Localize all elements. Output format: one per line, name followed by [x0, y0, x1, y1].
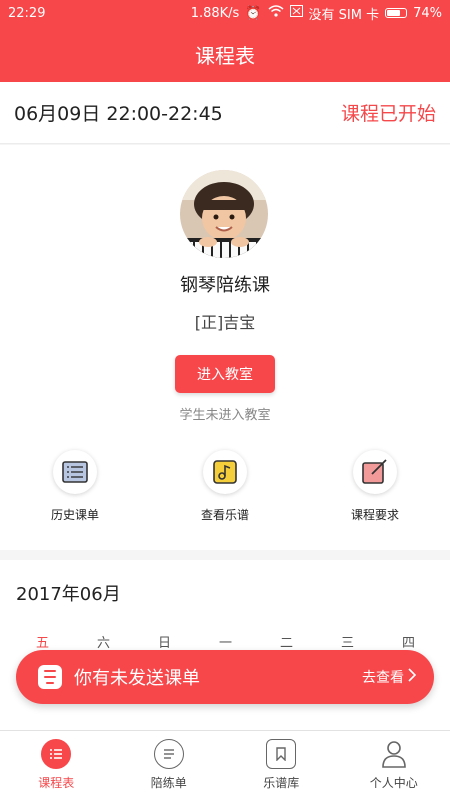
course-datetime: 06月09日 22:00-22:45 [14, 99, 223, 126]
status-time: 22:29 [8, 6, 45, 21]
weekday: 五 [12, 632, 73, 651]
tab-label: 乐谱库 [263, 774, 299, 791]
course-header: 06月09日 22:00-22:45 课程已开始 [0, 82, 450, 144]
tab-label: 个人中心 [370, 774, 418, 791]
enter-classroom-button[interactable]: 进入教室 [175, 355, 275, 393]
sheet-icon [154, 739, 184, 769]
tab-practice-sheet[interactable]: 陪练单 [113, 731, 226, 801]
course-requirements-action[interactable]: 课程要求 [315, 450, 435, 523]
weekday-row: 五 六 日 一 二 三 四 [0, 632, 450, 651]
title-bar: 课程表 [0, 26, 450, 82]
course-requirements-label: 课程要求 [315, 506, 435, 523]
wifi-icon [268, 5, 284, 21]
battery-percent: 74% [413, 6, 442, 21]
student-name: [正]吉宝 [0, 309, 450, 333]
course-name: 钢琴陪练课 [0, 271, 450, 297]
calendar-section: 2017年06月 五 六 日 一 二 三 四 [0, 560, 450, 730]
history-orders-label: 历史课单 [15, 506, 135, 523]
bottom-tab-bar: 课程表 陪练单 乐谱库 个人中心 [0, 730, 450, 801]
weekday: 四 [378, 632, 439, 651]
banner-link-label: 去查看 [362, 667, 404, 687]
music-note-icon [203, 450, 247, 494]
list-icon [53, 450, 97, 494]
tab-schedule[interactable]: 课程表 [0, 731, 113, 801]
student-avatar [180, 170, 268, 258]
tab-label: 课程表 [38, 774, 74, 791]
calendar-month: 2017年06月 [16, 580, 121, 606]
battery-fill [387, 10, 400, 16]
status-bar: 22:29 1.88K/s ⏰ 没有 SIM 卡 74% [0, 0, 450, 26]
weekday: 日 [134, 632, 195, 651]
course-status: 课程已开始 [341, 99, 436, 126]
edit-icon [353, 450, 397, 494]
tab-score-library[interactable]: 乐谱库 [225, 731, 338, 801]
view-score-action[interactable]: 查看乐谱 [165, 450, 285, 523]
document-icon [38, 665, 62, 689]
sim-status: 没有 SIM 卡 [309, 4, 380, 23]
weekday: 二 [256, 632, 317, 651]
banner-view-link[interactable]: 去查看 [362, 667, 416, 687]
history-orders-action[interactable]: 历史课单 [15, 450, 135, 523]
sim-icon [290, 5, 303, 21]
battery-icon [385, 8, 407, 18]
user-icon [379, 739, 409, 769]
unsent-orders-banner[interactable]: 你有未发送课单 去查看 [16, 650, 434, 704]
schedule-icon [41, 739, 71, 769]
view-score-label: 查看乐谱 [165, 506, 285, 523]
page-title: 课程表 [195, 40, 255, 69]
bookmark-icon [266, 739, 296, 769]
tab-profile[interactable]: 个人中心 [338, 731, 450, 801]
alarm-icon: ⏰ [245, 6, 261, 21]
weekday: 三 [317, 632, 378, 651]
chevron-right-icon [408, 668, 416, 686]
course-card: 钢琴陪练课 [正]吉宝 进入教室 学生未进入教室 历史课单 查看乐谱 [0, 145, 450, 550]
tab-label: 陪练单 [151, 774, 187, 791]
enter-hint: 学生未进入教室 [0, 404, 450, 423]
weekday: 一 [195, 632, 256, 651]
weekday: 六 [73, 632, 134, 651]
banner-text: 你有未发送课单 [74, 664, 362, 690]
network-speed: 1.88K/s [191, 6, 240, 21]
